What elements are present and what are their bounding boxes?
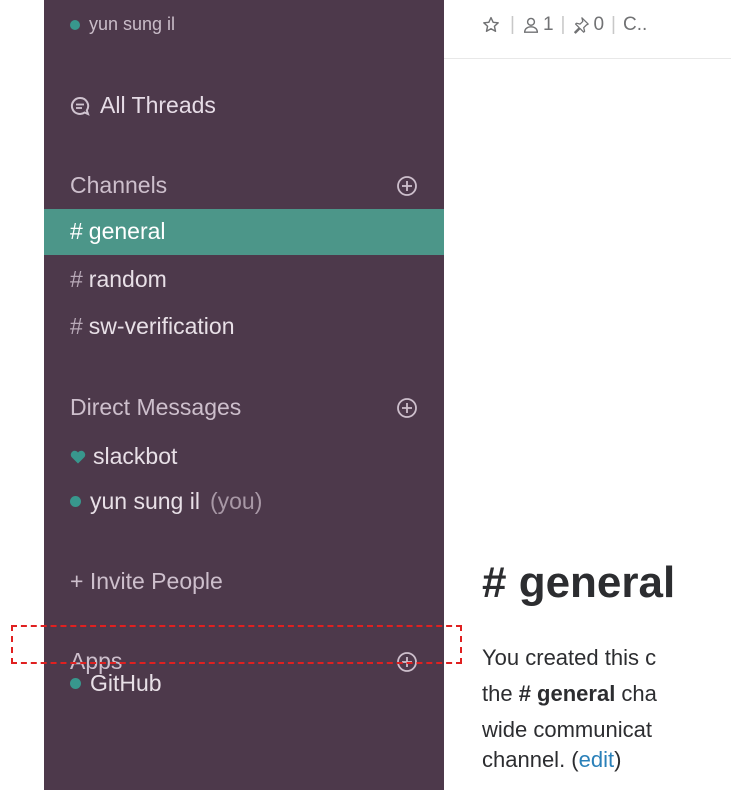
dm-item-self[interactable]: yun sung il (you)	[70, 488, 262, 515]
dm-section-header: Direct Messages	[70, 394, 418, 421]
hash-icon: #	[70, 218, 83, 244]
channel-name: random	[88, 266, 167, 292]
header-separator: |	[611, 14, 616, 35]
app-item-github[interactable]: GitHub	[70, 670, 162, 697]
invite-label: + Invite People	[70, 568, 223, 594]
invite-people-link[interactable]: + Invite People	[70, 568, 223, 595]
all-threads-link[interactable]: All Threads	[70, 92, 216, 119]
heart-icon	[70, 450, 86, 463]
channels-section-header: Channels	[70, 172, 418, 199]
dm-item-slackbot[interactable]: slackbot	[70, 443, 177, 470]
add-dm-icon[interactable]	[396, 397, 418, 419]
star-icon[interactable]	[482, 16, 500, 34]
pin-icon[interactable]	[572, 16, 590, 34]
dm-name: yun sung il	[90, 488, 200, 514]
intro-text: )	[614, 747, 622, 772]
edit-link[interactable]: edit	[579, 747, 614, 772]
channel-title: # general	[482, 558, 676, 607]
members-count[interactable]: 1	[543, 14, 554, 36]
presence-dot-icon	[70, 678, 81, 689]
channel-item-general[interactable]: # general	[70, 218, 166, 245]
channel-header-meta: | 1 | 0 | C..	[482, 14, 647, 36]
intro-text: cha	[615, 681, 657, 706]
add-channel-icon[interactable]	[396, 175, 418, 197]
current-user-name: yun sung il	[89, 14, 176, 34]
hash-icon: #	[70, 313, 83, 339]
intro-text: channel. (	[482, 747, 579, 772]
intro-text: the	[482, 681, 519, 706]
channel-topic[interactable]: C..	[623, 14, 647, 36]
dm-header-label[interactable]: Direct Messages	[70, 394, 241, 421]
channel-name: general	[88, 218, 166, 244]
header-separator: |	[560, 14, 566, 35]
app-name: GitHub	[90, 670, 162, 696]
members-icon[interactable]	[522, 16, 540, 34]
channel-header: | 1 | 0 | C..	[444, 0, 731, 59]
channel-item-random[interactable]: # random	[70, 266, 167, 293]
channel-item-sw-verification[interactable]: # sw-verification	[70, 313, 235, 340]
dm-name: slackbot	[93, 443, 178, 469]
header-separator: |	[510, 14, 515, 35]
you-suffix: (you)	[209, 488, 263, 514]
channel-name: sw-verification	[88, 313, 235, 339]
pins-count[interactable]: 0	[593, 14, 604, 36]
threads-icon	[71, 96, 90, 116]
presence-dot-icon	[70, 19, 80, 30]
intro-line: channel. (edit)	[482, 742, 731, 778]
presence-dot-icon	[70, 496, 81, 507]
annotation-highlight-box	[11, 625, 462, 664]
hash-icon: #	[70, 266, 83, 292]
sidebar: yun sung il All Threads Channels # gener…	[44, 0, 444, 790]
current-user-status[interactable]: yun sung il	[70, 14, 175, 35]
channel-intro: You created this c the # general cha wid…	[482, 640, 731, 778]
intro-line: You created this c	[482, 645, 657, 670]
channels-header-label[interactable]: Channels	[70, 172, 167, 199]
all-threads-label: All Threads	[100, 92, 216, 118]
channel-mention[interactable]: # general	[519, 681, 616, 706]
intro-line: the # general cha	[482, 676, 731, 712]
